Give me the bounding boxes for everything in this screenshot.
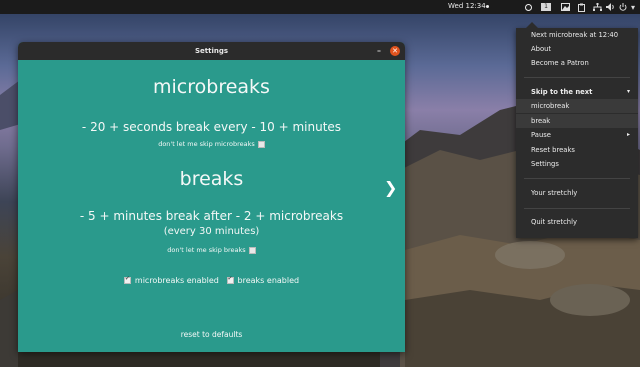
clipboard-icon[interactable] bbox=[576, 2, 586, 12]
breaks-noskip-label: don't let me skip breaks bbox=[167, 246, 246, 254]
menu-skip-break[interactable]: break bbox=[531, 117, 550, 125]
microbreaks-setting-line[interactable]: - 20 + seconds break every - 10 + minute… bbox=[18, 120, 405, 134]
menu-separator bbox=[524, 77, 630, 78]
minimize-button[interactable]: – bbox=[377, 42, 381, 60]
close-button[interactable]: ✕ bbox=[390, 46, 400, 56]
breaks-noskip-checkbox[interactable] bbox=[248, 246, 256, 254]
image-icon[interactable] bbox=[560, 2, 570, 12]
workspace-icon[interactable]: 1 bbox=[540, 2, 552, 12]
power-icon[interactable] bbox=[618, 2, 628, 12]
menu-your-stretchly[interactable]: Your stretchly bbox=[531, 189, 577, 197]
stretchly-icon[interactable] bbox=[523, 2, 533, 12]
microbreaks-heading: microbreaks bbox=[153, 76, 270, 98]
microbreaks-enabled-checkbox[interactable] bbox=[123, 275, 131, 284]
window-titlebar[interactable]: Settings – ✕ bbox=[18, 42, 405, 60]
menu-quit[interactable]: Quit stretchly bbox=[531, 218, 577, 226]
menu-reset-breaks[interactable]: Reset breaks bbox=[531, 146, 575, 154]
menu-next-microbreak: Next microbreak at 12:40 bbox=[531, 31, 619, 39]
microbreaks-noskip-checkbox[interactable] bbox=[257, 140, 265, 148]
breaks-enabled-label: breaks enabled bbox=[237, 276, 300, 285]
breaks-heading: breaks bbox=[179, 168, 244, 190]
microbreaks-enabled-label: microbreaks enabled bbox=[134, 276, 219, 285]
stretchly-tray-menu: Next microbreak at 12:40 About Become a … bbox=[516, 22, 638, 238]
microbreaks-noskip-label: don't let me skip microbreaks bbox=[158, 140, 255, 148]
menu-become-patron[interactable]: Become a Patron bbox=[531, 59, 589, 67]
breaks-enabled-checkbox[interactable] bbox=[226, 275, 234, 284]
clock[interactable]: Wed 12:34 bbox=[448, 2, 486, 10]
menu-separator bbox=[524, 208, 630, 209]
chevron-down-icon[interactable]: ▾ bbox=[629, 2, 637, 12]
volume-icon[interactable] bbox=[605, 2, 615, 12]
menu-skip-to-next[interactable]: Skip to the next bbox=[531, 88, 592, 96]
window-title: Settings bbox=[194, 47, 229, 55]
reset-defaults-link[interactable]: reset to defaults bbox=[18, 330, 405, 339]
skip-submenu-chevron-icon: ▾ bbox=[626, 88, 630, 95]
network-icon[interactable] bbox=[592, 2, 602, 12]
enabled-row: microbreaks enabled breaks enabled bbox=[18, 275, 405, 285]
settings-window: Settings – ✕ microbreaks - 20 + seconds … bbox=[18, 42, 405, 352]
pause-submenu-arrow-icon: ▸ bbox=[626, 131, 630, 138]
notification-dot bbox=[486, 5, 489, 8]
microbreaks-noskip-row[interactable]: don't let me skip microbreaks bbox=[18, 140, 405, 148]
menu-separator bbox=[524, 178, 630, 179]
menu-pause[interactable]: Pause bbox=[531, 131, 551, 139]
breaks-setting-line[interactable]: - 5 + minutes break after - 2 + microbre… bbox=[18, 209, 405, 223]
breaks-noskip-row[interactable]: don't let me skip breaks bbox=[18, 246, 405, 254]
menu-skip-microbreak[interactable]: microbreak bbox=[531, 102, 569, 110]
next-page-chevron-icon[interactable]: ❯ bbox=[384, 178, 397, 197]
breaks-interval: (every 30 minutes) bbox=[163, 226, 260, 237]
workspace-number: 1 bbox=[541, 3, 551, 11]
menu-about[interactable]: About bbox=[531, 45, 551, 53]
menu-settings[interactable]: Settings bbox=[531, 160, 559, 168]
top-panel: Wed 12:34 1 ▾ bbox=[0, 0, 640, 14]
